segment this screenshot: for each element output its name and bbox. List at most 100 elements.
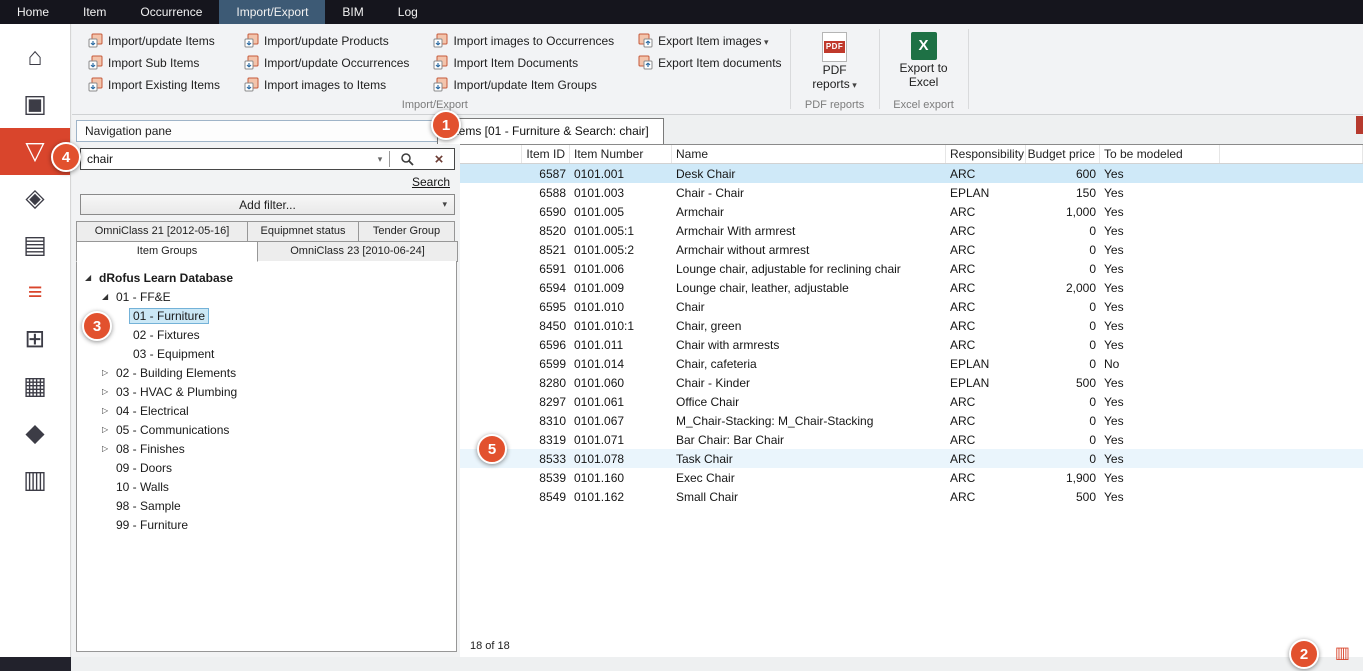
table-row[interactable]: 6587 0101.001 Desk Chair ARC 600 Yes bbox=[460, 164, 1363, 183]
tab-tender-group[interactable]: Tender Group bbox=[358, 221, 455, 242]
tree-node[interactable]: 99 - Furniture bbox=[77, 515, 456, 534]
import-update-occurrences-button[interactable]: Import/update Occurrences bbox=[240, 52, 413, 73]
tab-item-groups[interactable]: Item Groups bbox=[76, 241, 258, 262]
menu-tab-bim[interactable]: BIM bbox=[325, 0, 380, 24]
occurrences-icon[interactable]: ◈ bbox=[0, 175, 70, 222]
column-header-to-be-modeled[interactable]: To be modeled bbox=[1100, 145, 1220, 163]
table-row[interactable]: 8521 0101.005:2 Armchair without armrest… bbox=[460, 240, 1363, 259]
module-icon: ▣ bbox=[23, 92, 47, 117]
cell-budget-price: 0 bbox=[1026, 259, 1100, 278]
table-row[interactable]: 6591 0101.006 Lounge chair, adjustable f… bbox=[460, 259, 1363, 278]
cell-name: Task Chair bbox=[672, 449, 946, 468]
table-row[interactable]: 8280 0101.060 Chair - Kinder EPLAN 500 Y… bbox=[460, 373, 1363, 392]
tree-node[interactable]: 98 - Sample bbox=[77, 496, 456, 515]
menu-tab-home[interactable]: Home bbox=[0, 0, 66, 24]
clear-search-icon[interactable]: × bbox=[424, 151, 454, 168]
tab-omniclass-21[interactable]: OmniClass 21 [2012-05-16] bbox=[76, 221, 248, 242]
tab-equipment-status[interactable]: Equipmnet status bbox=[247, 221, 359, 242]
table-row[interactable]: 8450 0101.010:1 Chair, green ARC 0 Yes bbox=[460, 316, 1363, 335]
menu-tab-log[interactable]: Log bbox=[381, 0, 435, 24]
cell-item-number: 0101.005:1 bbox=[570, 221, 672, 240]
tree-expander-icon[interactable]: ◢ bbox=[102, 292, 116, 301]
table-row[interactable]: 8297 0101.061 Office Chair ARC 0 Yes bbox=[460, 392, 1363, 411]
table-row[interactable]: 8539 0101.160 Exec Chair ARC 1,900 Yes bbox=[460, 468, 1363, 487]
module-icon: ≡ bbox=[28, 280, 43, 305]
item-groups-icon[interactable]: ▣ bbox=[0, 81, 70, 128]
tree-node[interactable]: ▷ 03 - HVAC & Plumbing bbox=[77, 382, 456, 401]
column-header-name[interactable]: Name bbox=[672, 145, 946, 163]
table-row[interactable]: 8549 0101.162 Small Chair ARC 500 Yes bbox=[460, 487, 1363, 506]
import-item-documents-button[interactable]: Import Item Documents bbox=[429, 52, 618, 73]
search-link[interactable]: Search bbox=[412, 175, 450, 189]
add-filter-dropdown[interactable]: Add filter... ▾ bbox=[80, 194, 455, 215]
table-row[interactable]: 8520 0101.005:1 Armchair With armrest AR… bbox=[460, 221, 1363, 240]
tree-node[interactable]: ▷ 02 - Building Elements bbox=[77, 363, 456, 382]
tab-omniclass-23[interactable]: OmniClass 23 [2010-06-24] bbox=[257, 241, 458, 262]
row-gutter-cell bbox=[460, 354, 522, 373]
menu-tab-item[interactable]: Item bbox=[66, 0, 123, 24]
items-document-tab[interactable]: Items [01 - Furniture & Search: chair] bbox=[437, 118, 664, 144]
table-row[interactable]: 8310 0101.067 M_Chair-Stacking: M_Chair-… bbox=[460, 411, 1363, 430]
search-icon[interactable] bbox=[390, 152, 424, 166]
menu-tab-occurrence[interactable]: Occurrence bbox=[123, 0, 219, 24]
import-update-item-groups-button[interactable]: Import/update Item Groups bbox=[429, 74, 618, 95]
import-images-to-occurrences-button[interactable]: Import images to Occurrences bbox=[429, 30, 618, 51]
import-export-icon bbox=[433, 77, 448, 92]
table-row[interactable]: 6588 0101.003 Chair - Chair EPLAN 150 Ye… bbox=[460, 183, 1363, 202]
navigation-pane-title: Navigation pane bbox=[76, 120, 457, 142]
table-row[interactable]: 6596 0101.011 Chair with armrests ARC 0 … bbox=[460, 335, 1363, 354]
tree-expander-icon[interactable]: ▷ bbox=[102, 444, 116, 453]
import-existing-items-button[interactable]: Import Existing Items bbox=[84, 74, 224, 95]
column-header-item-id[interactable]: Item ID bbox=[522, 145, 570, 163]
table-row[interactable]: 8533 0101.078 Task Chair ARC 0 Yes bbox=[460, 449, 1363, 468]
row-gutter-cell bbox=[460, 259, 522, 278]
export-item-images-button[interactable]: Export Item images bbox=[634, 30, 785, 51]
logistics-icon[interactable]: ⊞ bbox=[0, 316, 70, 363]
tree-node[interactable]: ◢ dRofus Learn Database bbox=[77, 268, 456, 287]
export-to-excel-button[interactable]: X Export to Excel bbox=[892, 29, 956, 93]
tree-expander-icon[interactable]: ◢ bbox=[85, 273, 99, 282]
systems-icon[interactable]: ◆ bbox=[0, 410, 70, 457]
tree-expander-icon[interactable]: ▷ bbox=[102, 387, 116, 396]
buildings-icon[interactable]: ⌂ bbox=[0, 34, 70, 81]
pdf-reports-button[interactable]: PDF PDF reports bbox=[803, 29, 867, 95]
tree-expander-icon[interactable]: ▷ bbox=[102, 368, 116, 377]
table-row[interactable]: 6590 0101.005 Armchair ARC 1,000 Yes bbox=[460, 202, 1363, 221]
reports-icon[interactable]: ▥ bbox=[0, 457, 70, 504]
tree-node[interactable]: 09 - Doors bbox=[77, 458, 456, 477]
column-header-item-number[interactable]: Item Number bbox=[570, 145, 672, 163]
tree-node[interactable]: ▷ 05 - Communications bbox=[77, 420, 456, 439]
import-update-items-button[interactable]: Import/update Items bbox=[84, 30, 224, 51]
tree-node[interactable]: ▷ 08 - Finishes bbox=[77, 439, 456, 458]
import-images-to-items-button[interactable]: Import images to Items bbox=[240, 74, 413, 95]
import-sub-items-button[interactable]: Import Sub Items bbox=[84, 52, 224, 73]
search-input[interactable] bbox=[81, 152, 371, 166]
cell-budget-price: 0 bbox=[1026, 240, 1100, 259]
import-update-products-button[interactable]: Import/update Products bbox=[240, 30, 413, 51]
tree-expander-icon[interactable]: ▷ bbox=[102, 406, 116, 415]
products-icon[interactable]: ▦ bbox=[0, 363, 70, 410]
tree-node[interactable]: 10 - Walls bbox=[77, 477, 456, 496]
menu-tab-import-export[interactable]: Import/Export bbox=[219, 0, 325, 24]
ribbon-group-excel: X Export to Excel Excel export bbox=[884, 24, 964, 114]
table-row[interactable]: 8319 0101.071 Bar Chair: Bar Chair ARC 0… bbox=[460, 430, 1363, 449]
row-selector-gutter bbox=[460, 145, 522, 163]
add-filter-label: Add filter... bbox=[239, 198, 296, 212]
export-item-documents-button[interactable]: Export Item documents bbox=[634, 52, 785, 73]
ribbon-group-pdf: PDF PDF reports PDF reports bbox=[795, 24, 875, 114]
tree-node[interactable]: ▷ 04 - Electrical bbox=[77, 401, 456, 420]
table-row[interactable]: 6594 0101.009 Lounge chair, leather, adj… bbox=[460, 278, 1363, 297]
table-row[interactable]: 6599 0101.014 Chair, cafeteria EPLAN 0 N… bbox=[460, 354, 1363, 373]
tree-expander-icon[interactable]: ▷ bbox=[102, 425, 116, 434]
tree-node[interactable]: 03 - Equipment bbox=[77, 344, 456, 363]
documents-icon[interactable]: ▤ bbox=[0, 222, 70, 269]
column-header-budget-price[interactable]: Budget price bbox=[1026, 145, 1100, 163]
search-history-chevron-icon[interactable]: ▾ bbox=[371, 154, 389, 165]
cell-item-id: 8549 bbox=[522, 487, 570, 506]
database-icon[interactable]: ≡ bbox=[0, 269, 70, 316]
tree-node[interactable]: 01 - Furniture bbox=[77, 306, 456, 325]
tree-node[interactable]: ◢ 01 - FF&E bbox=[77, 287, 456, 306]
column-header-responsibility[interactable]: Responsibility bbox=[946, 145, 1026, 163]
table-row[interactable]: 6595 0101.010 Chair ARC 0 Yes bbox=[460, 297, 1363, 316]
tree-node[interactable]: 02 - Fixtures bbox=[77, 325, 456, 344]
